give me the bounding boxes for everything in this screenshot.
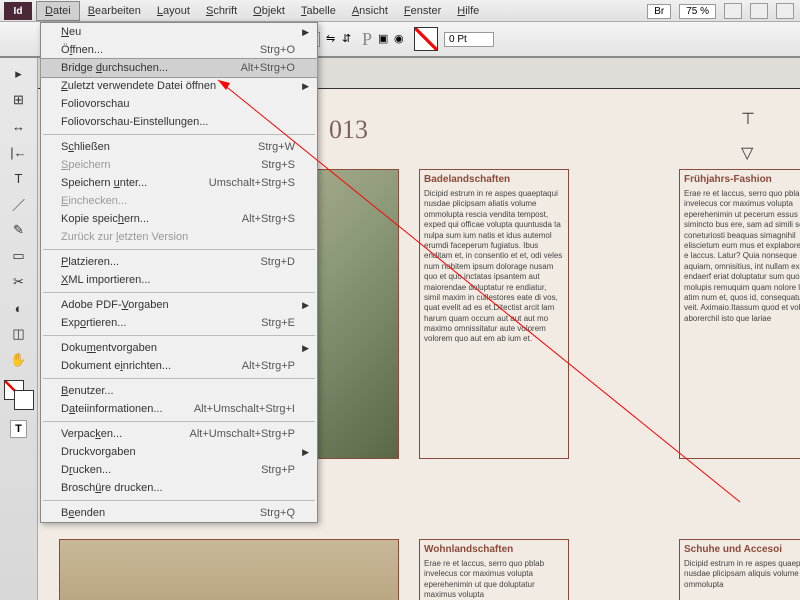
menu-item[interactable]: Broschüre drucken...	[41, 479, 317, 497]
menu-bearbeiten[interactable]: Bearbeiten	[80, 2, 149, 20]
menu-item: SpeichernStrg+S	[41, 156, 317, 174]
image-frame-2[interactable]	[59, 539, 399, 600]
menu-item[interactable]: Foliovorschau-Einstellungen...	[41, 113, 317, 131]
tool-1[interactable]: ⊞	[4, 88, 34, 112]
heading: Schuhe und Accesoi	[684, 544, 800, 555]
text-frame-3[interactable]: Wohnlandschaften Erae re et laccus, serr…	[419, 539, 569, 600]
body-text: Dicipid estrum in re aspes quaeptaqui nu…	[424, 189, 564, 345]
select-container-icon[interactable]: ▣	[378, 32, 392, 46]
menu-item[interactable]: Dokument einrichten...Alt+Strg+P	[41, 357, 317, 375]
menu-objekt[interactable]: Objekt	[245, 2, 293, 20]
text-frame-1[interactable]: Badelandschaften Dicipid estrum in re as…	[419, 169, 569, 459]
tool-3[interactable]: |←	[4, 140, 34, 164]
menu-item[interactable]: Drucken...Strg+P	[41, 461, 317, 479]
stroke-weight-field[interactable]: 0 Pt	[444, 32, 494, 47]
menu-item[interactable]: Exportieren...Strg+E	[41, 314, 317, 332]
menu-item[interactable]: Foliovorschau	[41, 95, 317, 113]
tool-9[interactable]: ◐	[4, 296, 34, 320]
menu-item[interactable]: SchließenStrg+W	[41, 138, 317, 156]
tool-6[interactable]: ✎	[4, 218, 34, 242]
menu-ansicht[interactable]: Ansicht	[344, 2, 396, 20]
select-content-icon[interactable]: ◉	[394, 32, 408, 46]
type-tool-indicator: T	[10, 420, 27, 438]
menu-item[interactable]: Verpacken...Alt+Umschalt+Strg+P	[41, 425, 317, 443]
tool-7[interactable]: ▭	[4, 244, 34, 268]
body-text: Erae re et laccus, serro quo pblab invel…	[424, 559, 564, 600]
color-selector[interactable]	[4, 380, 34, 410]
arrange-icon[interactable]	[776, 3, 794, 19]
top-controls: Br 75 %	[647, 0, 794, 22]
menu-item[interactable]: Druckvorgaben▶	[41, 443, 317, 461]
text-frame-2[interactable]: Frühjahrs-Fashion Erae re et laccus, ser…	[679, 169, 800, 459]
pagemark-top: ⊤	[741, 109, 755, 129]
pagemark-bottom: ▽	[741, 143, 753, 163]
tool-11[interactable]: ✋	[4, 348, 34, 372]
heading: Frühjahrs-Fashion	[684, 174, 800, 185]
app-logo: Id	[4, 2, 32, 20]
menu-item[interactable]: Zuletzt verwendete Datei öffnen▶	[41, 77, 317, 95]
tools-panel: ▸⊞↔|←T／✎▭✂◐◫✋T	[0, 58, 38, 600]
tool-4[interactable]: T	[4, 166, 34, 190]
fill-swatch[interactable]	[414, 27, 438, 51]
menu-hilfe[interactable]: Hilfe	[449, 2, 487, 20]
zoom-field[interactable]: 75 %	[679, 4, 716, 19]
menu-item[interactable]: Dateiinformationen...Alt+Umschalt+Strg+I	[41, 400, 317, 418]
flip-h-icon[interactable]: ⇋	[326, 32, 340, 46]
menu-item[interactable]: BeendenStrg+Q	[41, 504, 317, 522]
menu-item[interactable]: XML importieren...	[41, 271, 317, 289]
tool-10[interactable]: ◫	[4, 322, 34, 346]
tool-0[interactable]: ▸	[4, 62, 34, 86]
menu-fenster[interactable]: Fenster	[396, 2, 449, 20]
bridge-button[interactable]: Br	[647, 4, 671, 19]
tool-8[interactable]: ✂	[4, 270, 34, 294]
flip-v-icon[interactable]: ⇵	[342, 32, 356, 46]
heading: Wohnlandschaften	[424, 544, 564, 555]
tool-5[interactable]: ／	[4, 192, 34, 216]
body-text: Erae re et laccus, serro quo pblab invel…	[684, 189, 800, 324]
menu-item: Einchecken...	[41, 192, 317, 210]
tool-2[interactable]: ↔	[4, 114, 34, 138]
menu-item[interactable]: Speichern unter...Umschalt+Strg+S	[41, 174, 317, 192]
page-title: 013	[329, 115, 368, 145]
menu-item[interactable]: Neu▶	[41, 23, 317, 41]
screen-mode-icon[interactable]	[750, 3, 768, 19]
menu-schrift[interactable]: Schrift	[198, 2, 245, 20]
menu-item[interactable]: Dokumentvorgaben▶	[41, 339, 317, 357]
menu-layout[interactable]: Layout	[149, 2, 198, 20]
body-text: Dicipid estrum in re aspes quaeptaqui nu…	[684, 559, 800, 590]
menu-tabelle[interactable]: Tabelle	[293, 2, 344, 20]
menu-item[interactable]: Benutzer...	[41, 382, 317, 400]
menu-item[interactable]: Öffnen...Strg+O	[41, 41, 317, 59]
heading: Badelandschaften	[424, 174, 564, 185]
menu-datei[interactable]: Datei	[36, 1, 80, 21]
menu-item[interactable]: Adobe PDF-Vorgaben▶	[41, 296, 317, 314]
text-frame-4[interactable]: Schuhe und Accesoi Dicipid estrum in re …	[679, 539, 800, 600]
file-menu-dropdown: Neu▶Öffnen...Strg+OBridge durchsuchen...…	[40, 22, 318, 523]
menu-item[interactable]: Platzieren...Strg+D	[41, 253, 317, 271]
menu-item[interactable]: Kopie speichern...Alt+Strg+S	[41, 210, 317, 228]
view-options-icon[interactable]	[724, 3, 742, 19]
menu-item[interactable]: Bridge durchsuchen...Alt+Strg+O	[41, 59, 317, 77]
menu-item: Zurück zur letzten Version	[41, 228, 317, 246]
